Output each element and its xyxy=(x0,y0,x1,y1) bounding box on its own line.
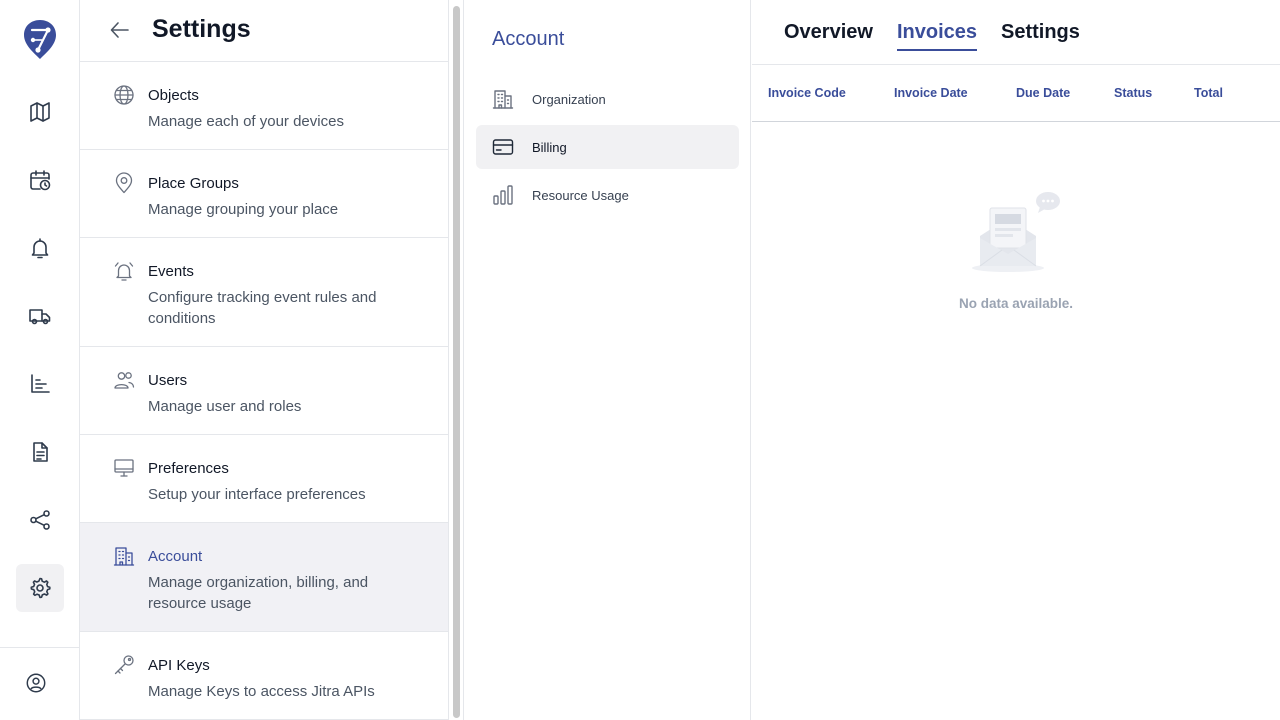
rail-share-button[interactable] xyxy=(16,496,64,544)
rail-documents-button[interactable] xyxy=(16,428,64,476)
settings-item-description: Manage Keys to access Jitra APIs xyxy=(148,683,375,700)
account-panel: Account Organization Billing Resource Us… xyxy=(464,0,751,720)
document-icon xyxy=(33,442,48,462)
settings-item-account[interactable]: Account Manage organization, billing, an… xyxy=(80,523,448,632)
settings-item-users[interactable]: Users Manage user and roles xyxy=(80,347,448,435)
tab-invoices[interactable]: Invoices xyxy=(896,0,978,64)
empty-inbox-icon xyxy=(968,188,1064,278)
rail-map-button[interactable] xyxy=(16,88,64,136)
settings-item-description: Manage user and roles xyxy=(148,398,302,415)
alarm-bell-icon xyxy=(113,260,135,282)
bar-chart-icon xyxy=(31,374,50,393)
settings-panel: Settings Objects Manage each of your dev… xyxy=(80,0,449,720)
settings-item-name: API Keys xyxy=(148,657,210,674)
settings-item-events[interactable]: Events Configure tracking event rules an… xyxy=(80,238,448,347)
account-item-label: Organization xyxy=(532,92,606,107)
rail-settings-button[interactable] xyxy=(16,564,64,612)
settings-header: Settings xyxy=(80,0,448,62)
rail-divider xyxy=(0,647,80,648)
settings-item-description: Configure tracking event rules and condi… xyxy=(148,289,377,327)
page-title: Settings xyxy=(152,15,251,43)
building-icon xyxy=(113,545,135,567)
back-button[interactable] xyxy=(108,18,132,42)
monitor-icon xyxy=(113,457,135,479)
map-pin-icon xyxy=(113,172,135,194)
credit-card-icon xyxy=(492,136,514,158)
bell-icon xyxy=(31,238,49,259)
calendar-clock-icon xyxy=(30,170,51,191)
settings-item-name: Users xyxy=(148,372,188,389)
account-item-resource-usage[interactable]: Resource Usage xyxy=(476,173,739,217)
users-icon xyxy=(113,369,135,391)
rail-fleet-button[interactable] xyxy=(16,292,64,340)
content-tabs: Overview Invoices Settings xyxy=(784,0,1080,64)
column-status[interactable]: Status xyxy=(1114,86,1152,100)
account-item-label: Resource Usage xyxy=(532,188,629,203)
column-due-date[interactable]: Due Date xyxy=(1016,86,1070,100)
account-item-label: Billing xyxy=(532,140,567,155)
truck-icon xyxy=(29,309,51,325)
settings-item-name: Place Groups xyxy=(148,175,239,192)
bar-chart-icon xyxy=(492,184,514,206)
settings-item-description: Manage each of your devices xyxy=(148,113,344,130)
settings-item-name: Preferences xyxy=(148,460,229,477)
icon-rail xyxy=(0,0,80,720)
key-icon xyxy=(113,654,135,676)
building-icon xyxy=(492,88,514,110)
account-title: Account xyxy=(492,28,565,50)
settings-item-description: Manage organization, billing, and resour… xyxy=(148,574,369,612)
settings-item-description: Setup your interface preferences xyxy=(148,486,366,503)
settings-item-place-groups[interactable]: Place Groups Manage grouping your place xyxy=(80,150,448,238)
settings-item-name: Account xyxy=(148,548,203,565)
tab-overview[interactable]: Overview xyxy=(784,0,873,64)
share-icon xyxy=(30,510,50,530)
invoice-table-header: Invoice Code Invoice Date Due Date Statu… xyxy=(752,64,1280,122)
settings-item-api-keys[interactable]: API Keys Manage Keys to access Jitra API… xyxy=(80,632,448,720)
column-total[interactable]: Total xyxy=(1194,86,1223,100)
settings-item-name: Objects xyxy=(148,87,199,104)
rail-notifications-button[interactable] xyxy=(16,224,64,272)
settings-item-name: Events xyxy=(148,263,194,280)
settings-scrollbar-thumb[interactable] xyxy=(453,6,460,718)
settings-item-preferences[interactable]: Preferences Setup your interface prefere… xyxy=(80,435,448,523)
map-icon xyxy=(30,102,50,122)
arrow-left-icon xyxy=(110,22,129,38)
settings-item-objects[interactable]: Objects Manage each of your devices xyxy=(80,62,448,150)
user-circle-icon xyxy=(26,673,46,693)
rail-reports-button[interactable] xyxy=(16,360,64,408)
profile-button[interactable] xyxy=(12,659,60,707)
gear-icon xyxy=(30,577,51,599)
jitra-logo-icon[interactable] xyxy=(22,18,58,60)
rail-schedule-button[interactable] xyxy=(16,156,64,204)
invoices-content: Overview Invoices Settings Invoice Code … xyxy=(752,0,1280,720)
account-item-billing[interactable]: Billing xyxy=(476,125,739,169)
globe-icon xyxy=(113,84,135,106)
tab-settings[interactable]: Settings xyxy=(1001,0,1080,64)
empty-state-text: No data available. xyxy=(958,296,1074,311)
column-invoice-code[interactable]: Invoice Code xyxy=(768,86,846,100)
empty-state: No data available. xyxy=(752,188,1280,311)
settings-item-description: Manage grouping your place xyxy=(148,201,339,218)
account-item-organization[interactable]: Organization xyxy=(476,77,739,121)
column-invoice-date[interactable]: Invoice Date xyxy=(894,86,968,100)
